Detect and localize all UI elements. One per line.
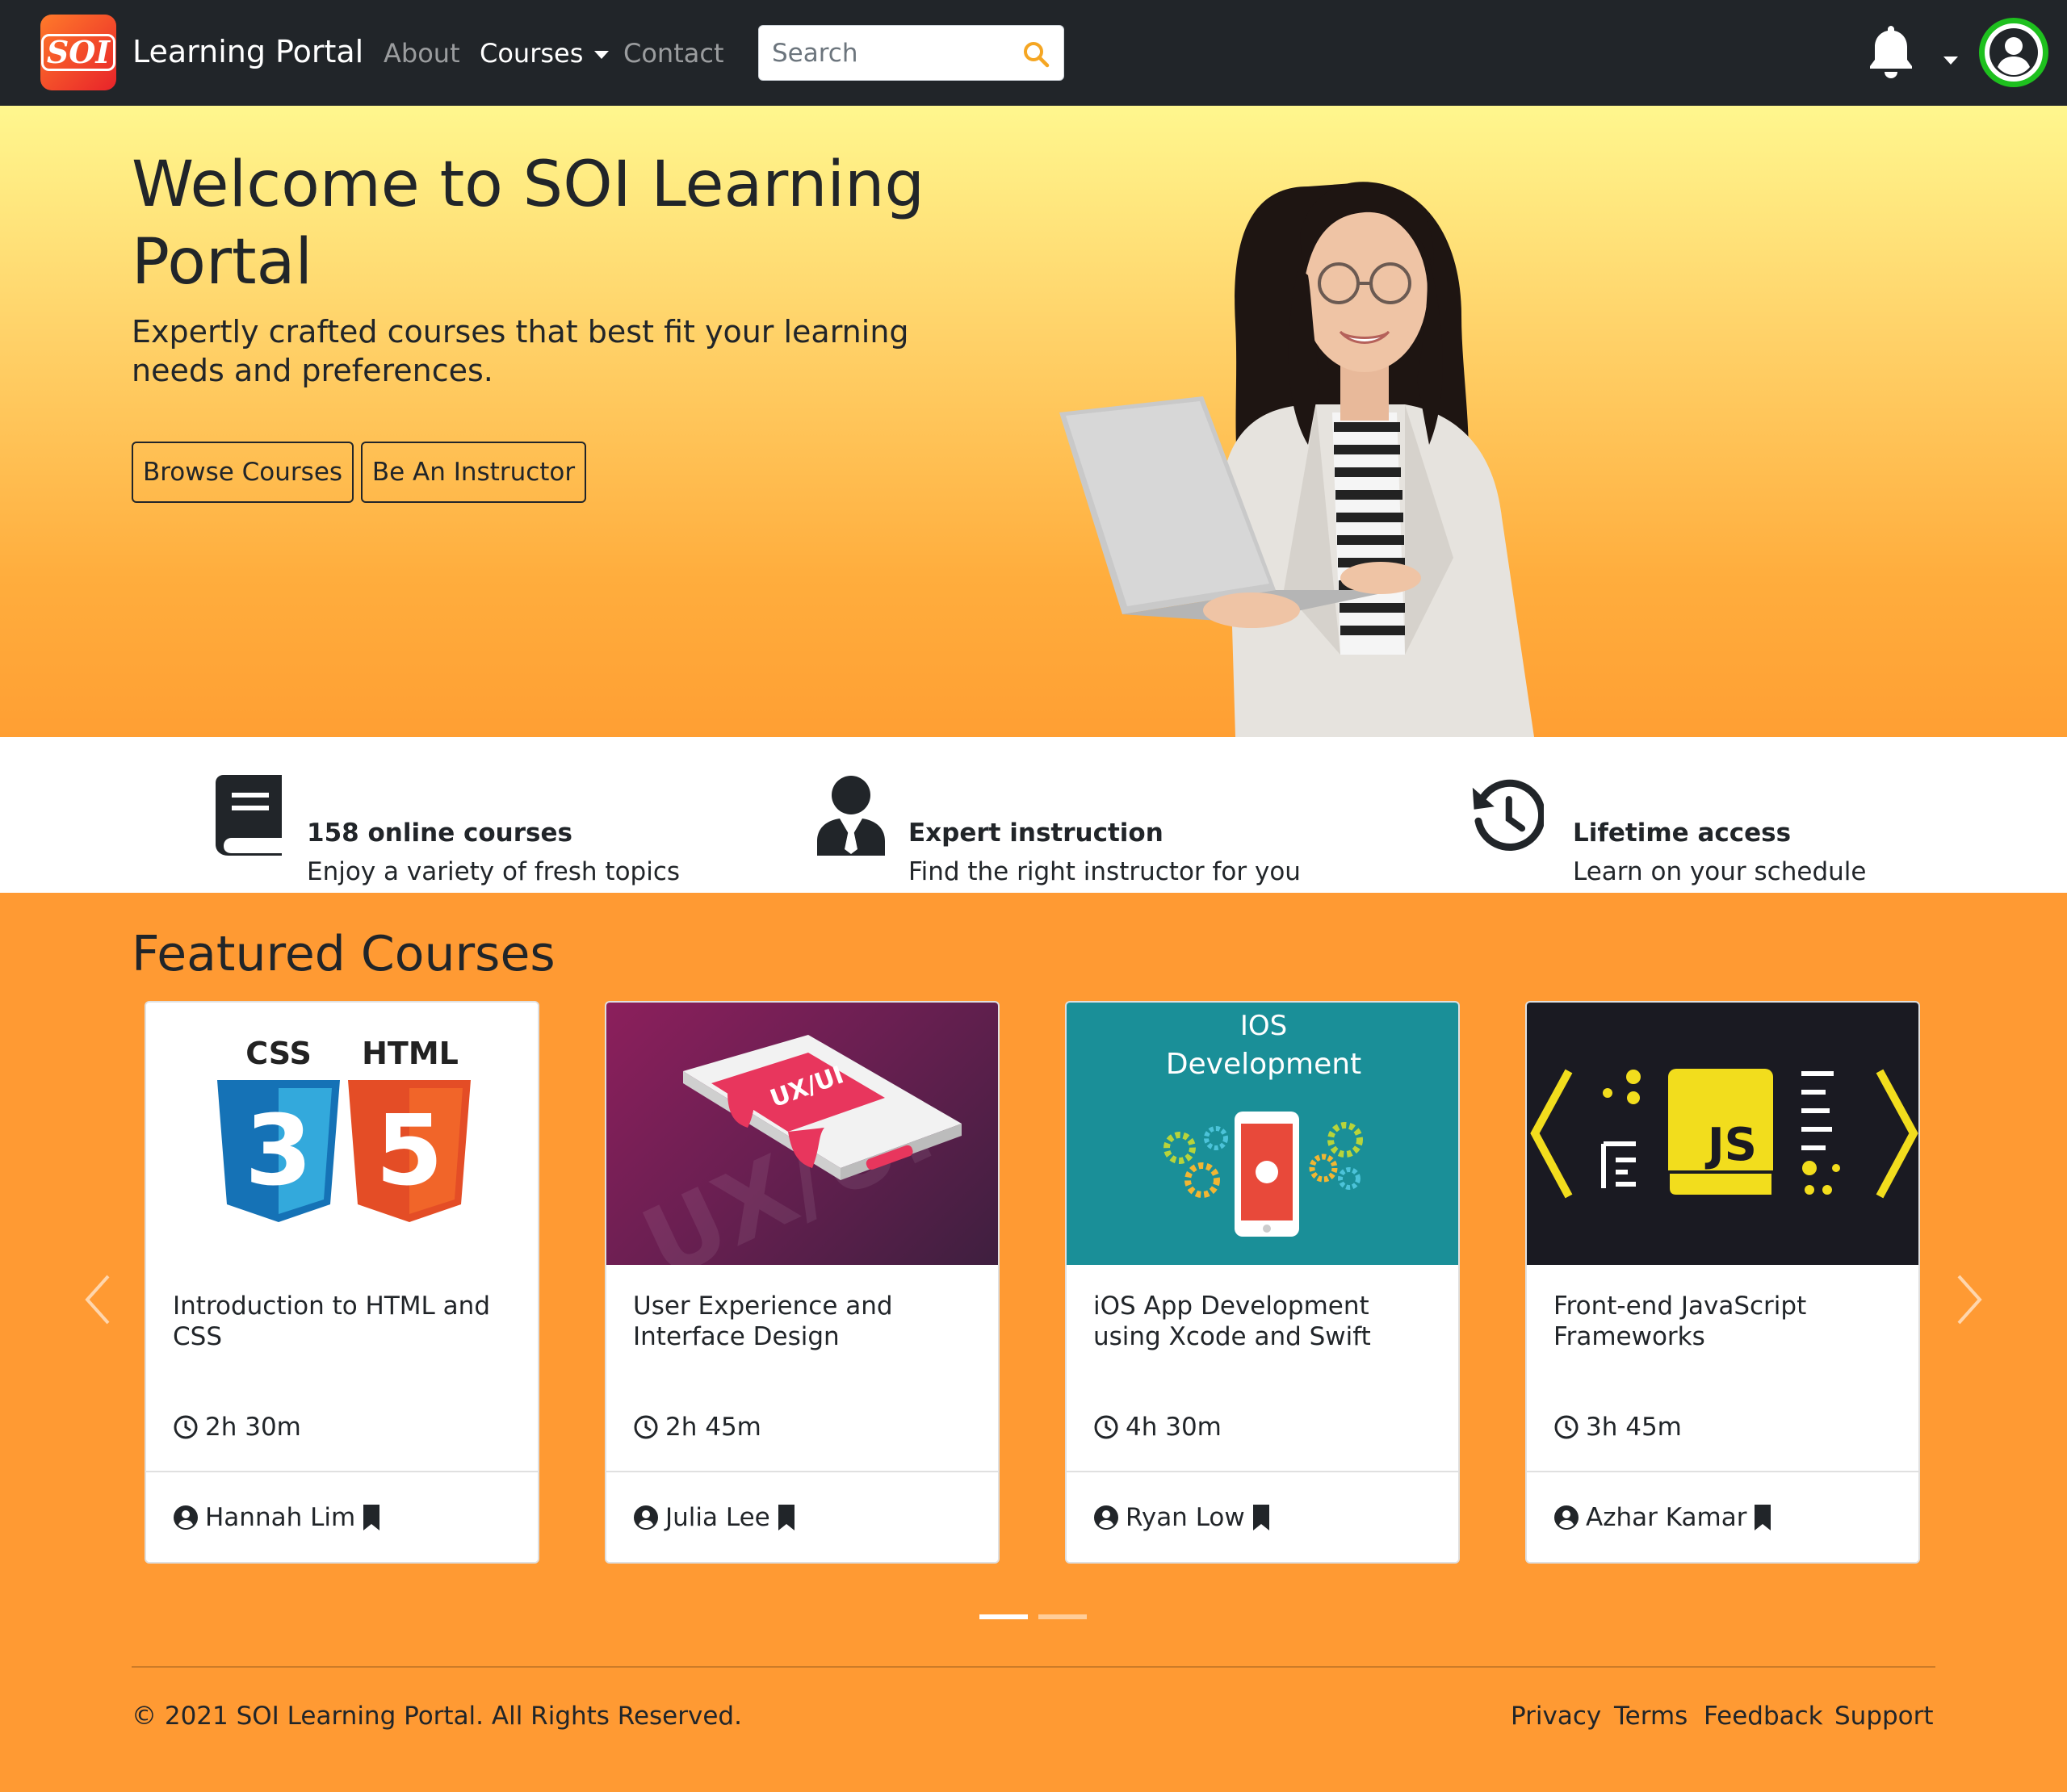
course-image-ios: IOS Development: [1067, 1003, 1458, 1265]
nav-link-contact[interactable]: Contact: [623, 38, 724, 69]
course-duration: 4h 30m: [1093, 1413, 1222, 1442]
logo[interactable]: SOI: [40, 15, 116, 90]
course-author: Hannah Lim: [173, 1503, 381, 1532]
nav-link-about[interactable]: About: [384, 38, 460, 69]
featured-courses-heading: Featured Courses: [132, 926, 556, 982]
course-duration: 3h 45m: [1553, 1413, 1682, 1442]
user-tie-icon: [817, 776, 885, 856]
hero-woman-with-laptop-image: [1059, 182, 1534, 737]
bookmark-icon[interactable]: [362, 1505, 381, 1530]
user-circle-icon: [1989, 28, 2038, 77]
footer-link-support[interactable]: Support: [1834, 1702, 1934, 1731]
carousel-prev-icon[interactable]: [81, 1271, 113, 1328]
course-author-name: Julia Lee: [665, 1503, 770, 1532]
course-author-name: Hannah Lim: [205, 1503, 356, 1532]
logo-text: SOI: [40, 34, 116, 71]
chevron-down-icon: [594, 51, 610, 59]
course-card[interactable]: CSS HTML 3 5 Introduction to HTML and CS…: [145, 1001, 539, 1564]
hero-subtitle: Expertly crafted courses that best fit y…: [132, 314, 909, 388]
user-circle-icon: [1554, 1505, 1579, 1530]
bookmark-icon[interactable]: [1753, 1505, 1772, 1530]
css-logo-label: CSS: [245, 1036, 312, 1071]
course-card-footer: Julia Lee: [606, 1471, 998, 1562]
hero-title: Welcome to SOI Learning Portal: [132, 149, 925, 299]
svg-text:3: 3: [245, 1095, 312, 1208]
nav-link-courses-label: Courses: [480, 38, 584, 69]
js-label: JS: [1704, 1119, 1757, 1171]
user-circle-icon: [634, 1505, 658, 1530]
history-icon: [1472, 779, 1544, 851]
course-title[interactable]: Introduction to HTML and CSS: [173, 1291, 512, 1352]
course-duration-value: 3h 45m: [1586, 1413, 1682, 1442]
navbar: SOI Learning Portal About Courses Contac…: [0, 0, 2067, 106]
hero-section: Welcome to SOI Learning Portal Expertly …: [0, 106, 2067, 737]
course-duration: 2h 30m: [173, 1413, 301, 1442]
course-duration-value: 4h 30m: [1126, 1413, 1222, 1442]
feature-instruction-title: Expert instruction: [908, 819, 1163, 848]
copyright-text: © 2021 SOI Learning Portal. All Rights R…: [132, 1702, 742, 1731]
footer-link-feedback[interactable]: Feedback: [1704, 1702, 1823, 1731]
course-duration-value: 2h 30m: [205, 1413, 301, 1442]
book-icon: [216, 775, 282, 856]
development-label: Development: [1166, 1048, 1361, 1081]
course-image-javascript: JS: [1527, 1003, 1918, 1265]
course-card-footer: Hannah Lim: [146, 1471, 538, 1562]
avatar[interactable]: [1979, 18, 2048, 87]
footer-link-privacy[interactable]: Privacy: [1511, 1702, 1601, 1731]
ios-label: IOS: [1240, 1010, 1287, 1042]
svg-text:5: 5: [375, 1095, 443, 1208]
course-card-footer: Azhar Kamar: [1527, 1471, 1918, 1562]
bell-icon[interactable]: [1865, 23, 1917, 81]
browse-courses-button[interactable]: Browse Courses: [132, 442, 354, 503]
course-image-html-css: CSS HTML 3 5: [146, 1003, 538, 1265]
carousel-next-icon[interactable]: [1954, 1271, 1986, 1328]
course-card[interactable]: IOS Development iOS App Development usin…: [1065, 1001, 1460, 1564]
brand-name[interactable]: Learning Portal: [132, 34, 363, 69]
course-author: Ryan Low: [1093, 1503, 1271, 1532]
feature-access-title: Lifetime access: [1573, 819, 1792, 848]
course-title[interactable]: iOS App Development using Xcode and Swif…: [1093, 1291, 1432, 1352]
feature-access-desc: Learn on your schedule: [1573, 857, 1867, 886]
user-circle-icon: [174, 1505, 198, 1530]
bookmark-icon[interactable]: [777, 1505, 796, 1530]
be-instructor-button[interactable]: Be An Instructor: [361, 442, 586, 503]
course-author: Julia Lee: [633, 1503, 796, 1532]
nav-link-courses[interactable]: Courses: [480, 38, 610, 69]
clock-icon: [1094, 1415, 1118, 1439]
feature-instruction-desc: Find the right instructor for you: [908, 857, 1301, 886]
search-input[interactable]: [772, 36, 1014, 71]
course-image-ux-ui: UX/UI UX/UI: [606, 1003, 998, 1265]
clock-icon: [634, 1415, 658, 1439]
search-box: [758, 25, 1064, 81]
course-author-name: Ryan Low: [1126, 1503, 1245, 1532]
course-duration: 2h 45m: [633, 1413, 761, 1442]
html-logo-label: HTML: [362, 1036, 459, 1071]
course-card[interactable]: UX/UI UX/UI User Experience and Interfac…: [605, 1001, 1000, 1564]
features-strip: 158 online courses Enjoy a variety of fr…: [0, 737, 2067, 893]
bookmark-icon[interactable]: [1252, 1505, 1271, 1530]
course-author-name: Azhar Kamar: [1586, 1503, 1747, 1532]
feature-courses-title: 158 online courses: [307, 819, 572, 848]
course-title[interactable]: Front-end JavaScript Frameworks: [1553, 1291, 1893, 1352]
course-title[interactable]: User Experience and Interface Design: [633, 1291, 972, 1352]
clock-icon: [1554, 1415, 1579, 1439]
course-card[interactable]: JS Front-end JavaScript Frameworks 3h 45…: [1525, 1001, 1920, 1564]
user-circle-icon: [1094, 1505, 1118, 1530]
search-icon[interactable]: [1021, 40, 1050, 69]
clock-icon: [174, 1415, 198, 1439]
footer-divider: [132, 1666, 1935, 1668]
user-menu-caret-icon[interactable]: [1943, 57, 1958, 65]
carousel-indicator-2[interactable]: [1038, 1614, 1087, 1619]
carousel-indicator-1[interactable]: [979, 1614, 1028, 1619]
course-card-footer: Ryan Low: [1067, 1471, 1458, 1562]
course-duration-value: 2h 45m: [665, 1413, 761, 1442]
feature-courses-desc: Enjoy a variety of fresh topics: [307, 857, 681, 886]
footer-link-terms[interactable]: Terms: [1614, 1702, 1688, 1731]
course-author: Azhar Kamar: [1553, 1503, 1772, 1532]
